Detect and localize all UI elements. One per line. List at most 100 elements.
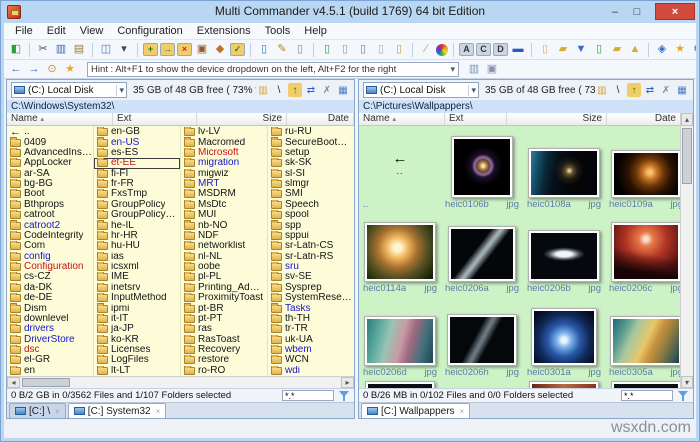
- pane-tab[interactable]: [C:] Wallpappers ×: [361, 403, 471, 418]
- folder-item[interactable]: downlevel: [7, 313, 93, 324]
- parent-dir-item[interactable]: ←....: [359, 126, 441, 210]
- folder-item[interactable]: catroot: [7, 210, 93, 220]
- folder-item[interactable]: sru: [268, 261, 354, 272]
- folder-item[interactable]: wbem: [268, 344, 354, 355]
- folder-item[interactable]: MsDtc: [181, 199, 267, 210]
- split-caret-icon[interactable]: ▾: [116, 42, 132, 58]
- folder-item[interactable]: Sysprep: [268, 282, 354, 293]
- filter-input[interactable]: [621, 390, 673, 401]
- folder-item[interactable]: restore: [181, 355, 267, 365]
- file-copy-icon[interactable]: ▯: [537, 42, 553, 58]
- close-button[interactable]: ×: [655, 3, 695, 20]
- folder-item[interactable]: MRT: [181, 178, 267, 189]
- folder-item[interactable]: migration: [181, 158, 267, 168]
- menu-item-extensions[interactable]: Extensions: [190, 24, 258, 38]
- explorer-panel-icon[interactable]: ◧: [8, 42, 24, 58]
- folder-favorites-icon[interactable]: ▰: [609, 42, 625, 58]
- folder-up-tool-icon[interactable]: ▲: [627, 42, 643, 58]
- folder-item[interactable]: ja-JP: [94, 324, 180, 334]
- column-date[interactable]: Date: [607, 113, 680, 125]
- history-icon[interactable]: ⊙: [44, 61, 60, 77]
- folder-item[interactable]: lt-LT: [94, 365, 180, 376]
- folder-sync-icon[interactable]: ▼: [573, 42, 589, 58]
- column-size[interactable]: Size: [507, 113, 607, 125]
- refresh-icon[interactable]: ⇄: [304, 83, 318, 97]
- folder-item[interactable]: Boot: [7, 189, 93, 199]
- folder-item[interactable]: dsc: [7, 344, 93, 355]
- folder-item[interactable]: IME: [94, 272, 180, 282]
- folder-view-icon[interactable]: ▰: [555, 42, 571, 58]
- unpack-files-icon[interactable]: ✓: [230, 43, 245, 56]
- file-thumbnail[interactable]: heic0206c jpg: [605, 210, 680, 294]
- file-verify-icon[interactable]: ▯: [591, 42, 607, 58]
- folder-item[interactable]: LogFiles: [94, 355, 180, 365]
- parent-folder-icon[interactable]: ↑: [627, 83, 641, 97]
- pane-tab[interactable]: [C:] System32 ×: [67, 403, 167, 418]
- folder-item[interactable]: sv-SE: [268, 272, 354, 282]
- folder-item[interactable]: Configuration: [7, 261, 93, 272]
- view-mode-icon[interactable]: ▦: [336, 83, 350, 97]
- folder-item[interactable]: oobe: [181, 261, 267, 272]
- folder-item[interactable]: Bthprops: [7, 199, 93, 210]
- hint-combobox[interactable]: Hint : Alt+F1 to show the device dropdow…: [87, 61, 459, 77]
- color-wheel-icon[interactable]: ●: [436, 43, 448, 56]
- folder-item[interactable]: ro-RO: [181, 365, 267, 376]
- parent-dir-item[interactable]: ←..: [7, 127, 93, 137]
- view-mode-icon[interactable]: ▦: [675, 83, 689, 97]
- file-extension-icon[interactable]: ▯: [373, 42, 389, 58]
- goto-root-icon[interactable]: \: [611, 83, 625, 97]
- menu-item-help[interactable]: Help: [297, 24, 334, 38]
- folder-tree-icon[interactable]: ▥: [256, 83, 270, 97]
- menu-item-view[interactable]: View: [73, 24, 111, 38]
- horizontal-scrollbar[interactable]: ◂ ▸: [7, 376, 354, 388]
- file-4b-icon[interactable]: ▯: [319, 42, 335, 58]
- scroll-right-icon[interactable]: ▸: [341, 377, 354, 388]
- folder-item[interactable]: en-GB: [94, 127, 180, 137]
- folder-item[interactable]: drivers: [7, 324, 93, 334]
- folder-item[interactable]: es-ES: [94, 147, 180, 158]
- copy-path-icon[interactable]: ▥: [466, 61, 482, 77]
- folder-item[interactable]: cs-CZ: [7, 272, 93, 282]
- folder-item[interactable]: GroupPolicyUsers: [94, 210, 180, 220]
- folder-item[interactable]: tr-TR: [268, 324, 354, 334]
- folder-item[interactable]: RasToast: [181, 334, 267, 345]
- folder-item[interactable]: icsxml: [94, 261, 180, 272]
- column-name[interactable]: Name ▴: [359, 113, 445, 125]
- file-attributes-icon[interactable]: ▯: [355, 42, 371, 58]
- folder-item[interactable]: bg-BG: [7, 178, 93, 189]
- folder-item[interactable]: pl-PL: [181, 272, 267, 282]
- folder-item[interactable]: pt-PT: [181, 313, 267, 324]
- menu-item-edit[interactable]: Edit: [40, 24, 73, 38]
- chevron-down-icon[interactable]: ▾: [116, 84, 124, 96]
- folder-item[interactable]: sl-SI: [268, 168, 354, 179]
- split-view-icon[interactable]: ◫: [98, 42, 114, 58]
- path-bar[interactable]: C:\Pictures\Wallpappers\: [359, 100, 693, 113]
- file-thumbnail[interactable]: heic0206b jpg: [523, 210, 605, 294]
- scroll-up-icon[interactable]: ▴: [681, 113, 693, 126]
- wand-icon[interactable]: ⁄: [418, 42, 434, 58]
- favorites-icon[interactable]: ★: [672, 42, 688, 58]
- folder-item[interactable]: SecureBootUpdate: [268, 137, 354, 147]
- scrollbar-thumb[interactable]: [22, 378, 70, 387]
- folder-item[interactable]: Tasks: [268, 303, 354, 313]
- folder-item[interactable]: it-IT: [94, 313, 180, 324]
- column-name[interactable]: Name ▴: [7, 113, 113, 125]
- pack-special-icon[interactable]: ◆: [212, 42, 228, 58]
- folder-item[interactable]: sk-SK: [268, 158, 354, 168]
- drive-selector[interactable]: (C:) Local Disk ▾: [11, 82, 127, 98]
- favorites-star-icon[interactable]: ★: [62, 61, 78, 77]
- display-icon[interactable]: ▬: [510, 42, 526, 58]
- titlebar[interactable]: Multi Commander v4.5.1 (build 1769) 64 b…: [1, 1, 699, 23]
- filter-funnel-icon[interactable]: [677, 390, 689, 402]
- forward-icon[interactable]: →: [26, 61, 42, 77]
- tab-close-icon[interactable]: ×: [156, 407, 161, 416]
- pane-tab[interactable]: [C:] \ ×: [9, 403, 66, 418]
- goto-root-icon[interactable]: \: [272, 83, 286, 97]
- folder-item[interactable]: SystemResetPlatfor: [268, 293, 354, 303]
- folder-item[interactable]: ProximityToast: [181, 293, 267, 303]
- folder-item[interactable]: Recovery: [181, 344, 267, 355]
- file-thumbnail[interactable]: heic0108a jpg: [523, 126, 605, 210]
- file-zero-icon[interactable]: ▯: [391, 42, 407, 58]
- file-thumbnail[interactable]: heic0114a jpg: [359, 210, 441, 294]
- save-layout-icon[interactable]: ▣: [484, 61, 500, 77]
